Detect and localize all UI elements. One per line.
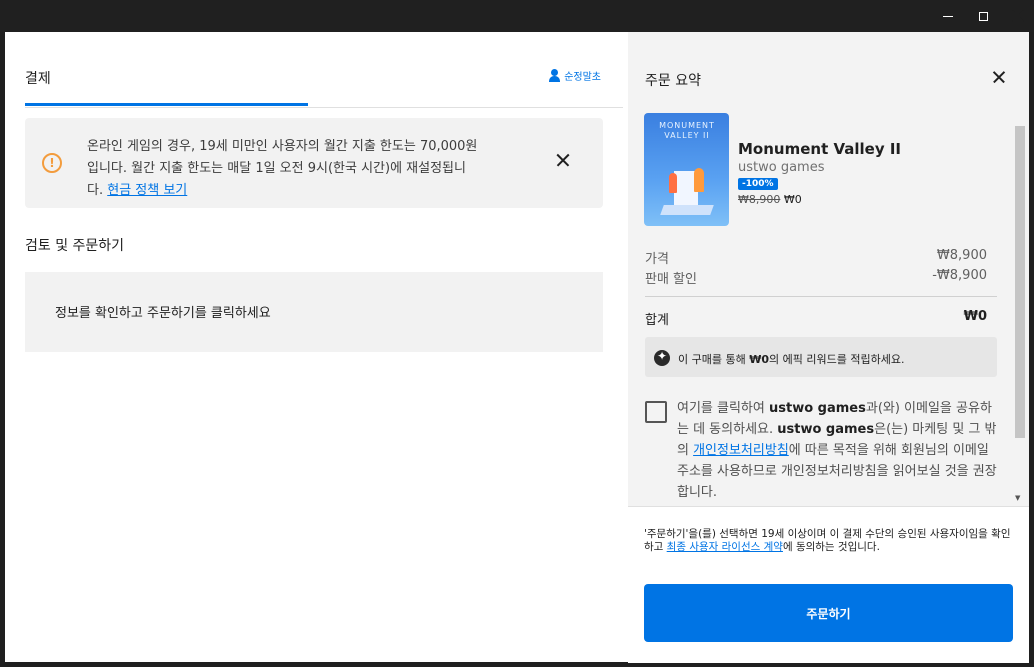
game-price: ₩8,900 ₩0: [738, 193, 802, 206]
close-summary-icon[interactable]: [992, 70, 1006, 84]
warning-icon: !: [42, 153, 62, 173]
summary-divider: [645, 296, 997, 297]
close-icon: [1013, 11, 1024, 22]
original-price: ₩8,900: [738, 193, 781, 206]
rewards-text: 이 구매를 통해 ₩0의 에픽 리워드를 적립하세요.: [678, 353, 905, 366]
game-title: Monument Valley II: [738, 140, 901, 158]
discount-badge: -100%: [738, 178, 778, 190]
tab-checkout[interactable]: 결제: [25, 68, 51, 88]
email-consent-checkbox[interactable]: [645, 401, 667, 423]
game-logo: MONUMENT VALLEY II: [659, 121, 715, 140]
order-summary-panel: 주문 요약 ▼ MONUMENT VALLEY II Monument Vall…: [628, 32, 1029, 663]
review-instructions: 정보를 확인하고 주문하기를 클릭하세요: [55, 306, 271, 321]
account-name: 순정말초: [564, 72, 601, 83]
user-icon: [549, 68, 561, 83]
cash-policy-link[interactable]: 현금 정책 보기: [107, 183, 187, 198]
place-order-button[interactable]: 주문하기: [644, 584, 1013, 642]
notice-text: 온라인 게임의 경우, 19세 미만인 사용자의 월간 지출 한도는 70,00…: [87, 139, 478, 198]
price-row: 가격 ₩8,900: [645, 248, 987, 267]
review-order-heading: 검토 및 주문하기: [25, 238, 125, 254]
game-publisher: ustwo games: [738, 160, 825, 175]
discount-row: 판매 할인 -₩8,900: [645, 268, 987, 287]
scrollbar-thumb[interactable]: [1015, 126, 1025, 438]
dismiss-notice-icon[interactable]: [555, 152, 571, 168]
close-window-button[interactable]: [995, 0, 1034, 32]
email-consent-text: 여기를 클릭하여 ustwo games과(와) 이메일을 공유하는 데 동의하…: [677, 401, 997, 500]
review-order-box: 정보를 확인하고 주문하기를 클릭하세요: [25, 272, 603, 352]
account-link[interactable]: 순정말초: [549, 68, 601, 83]
eula-disclaimer: '주문하기'을(를) 선택하면 19세 이상이며 이 결제 수단의 승인된 사용…: [644, 528, 1011, 553]
checkout-tabs: 결제 순정말초: [25, 32, 623, 108]
spending-limit-notice: ! 온라인 게임의 경우, 19세 미만인 사용자의 월간 지출 한도는 70,…: [25, 118, 603, 208]
title-bar: [0, 0, 1034, 32]
checkout-window: 결제 순정말초 ! 온라인 게임의 경우, 19세 미만인 사용자의 월간 지출…: [0, 0, 1034, 667]
epic-rewards-icon: [654, 349, 670, 366]
game-cover-image: MONUMENT VALLEY II: [644, 113, 729, 226]
total-row: 합계 ₩0: [645, 309, 987, 328]
order-footer: '주문하기'을(를) 선택하면 19세 이상이며 이 결제 수단의 승인된 사용…: [628, 506, 1029, 663]
checkout-panel: 결제 순정말초 ! 온라인 게임의 경우, 19세 미만인 사용자의 월간 지출…: [5, 32, 628, 662]
eula-link[interactable]: 최종 사용자 라이선스 계약: [667, 541, 783, 553]
privacy-policy-link[interactable]: 개인정보처리방침: [693, 443, 789, 458]
tab-active-indicator: [25, 103, 308, 106]
final-price: ₩0: [783, 193, 802, 206]
scroll-down-arrow-icon[interactable]: ▼: [1015, 494, 1020, 502]
maximize-icon: [978, 11, 988, 21]
order-summary-title: 주문 요약: [645, 73, 701, 89]
epic-rewards-banner: 이 구매를 통해 ₩0의 에픽 리워드를 적립하세요.: [645, 337, 997, 377]
minimize-icon: [943, 15, 953, 17]
